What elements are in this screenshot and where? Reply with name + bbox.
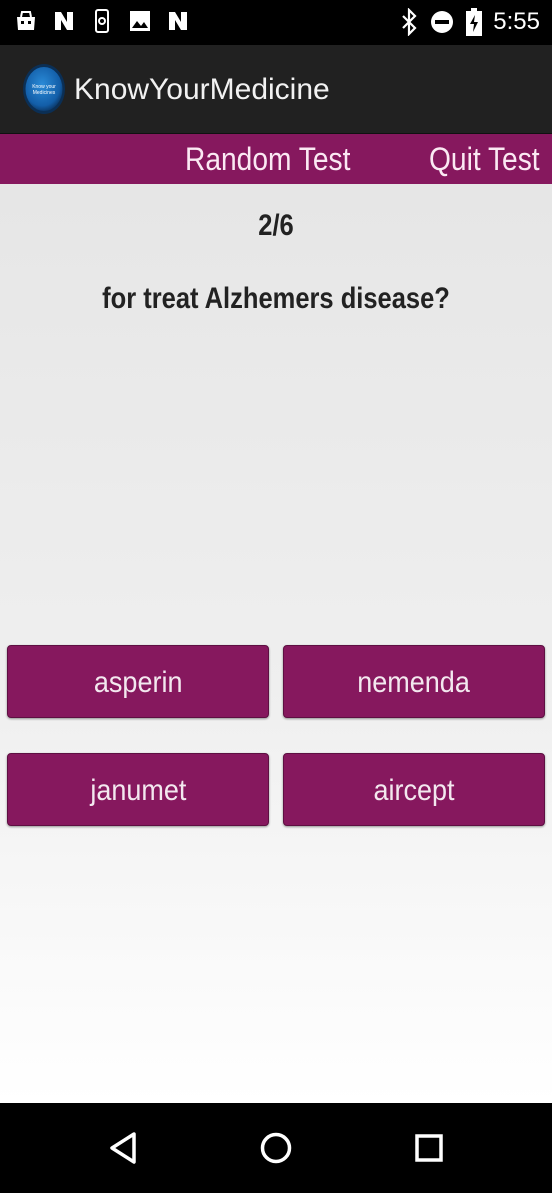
do-not-disturb-icon xyxy=(431,11,454,33)
answer-button-aircept[interactable]: aircept xyxy=(283,753,545,826)
bluetooth-icon xyxy=(402,8,417,36)
battery-charging-icon xyxy=(466,8,483,36)
answer-label: nemenda xyxy=(357,666,471,699)
back-icon[interactable] xyxy=(104,1128,144,1168)
bag-icon xyxy=(17,11,35,30)
question-text: for treat Alzhemers disease? xyxy=(102,282,450,315)
quit-test-button[interactable]: Quit Test xyxy=(429,140,540,178)
quiz-content: 2/6 for treat Alzhemers disease? asperin… xyxy=(0,184,552,1103)
answer-label: aircept xyxy=(373,774,455,807)
image-icon xyxy=(130,11,150,31)
status-time: 5:55 xyxy=(493,8,540,35)
app-bar: Know your Medicines KnowYourMedicine xyxy=(0,45,552,134)
answer-label: asperin xyxy=(93,666,183,699)
answer-label: janumet xyxy=(89,774,187,807)
system-icons: 5:55 xyxy=(399,6,540,38)
answer-button-janumet[interactable]: janumet xyxy=(7,753,269,826)
status-bar: 5:55 xyxy=(0,0,552,45)
answer-button-asperin[interactable]: asperin xyxy=(7,645,269,718)
action-bar: Random Test Quit Test xyxy=(0,134,552,184)
n-icon xyxy=(55,12,73,30)
random-test-button[interactable]: Random Test xyxy=(185,140,350,178)
home-icon[interactable] xyxy=(256,1128,296,1168)
answer-button-nemenda[interactable]: nemenda xyxy=(283,645,545,718)
question-progress: 2/6 xyxy=(258,209,294,242)
navigation-bar xyxy=(0,1103,552,1193)
phone-sync-icon xyxy=(95,9,109,33)
svg-text:Medicines: Medicines xyxy=(33,90,56,96)
n-icon xyxy=(169,12,187,30)
app-logo: Know your Medicines xyxy=(23,64,65,114)
app-title: KnowYourMedicine xyxy=(74,73,330,106)
recents-icon[interactable] xyxy=(409,1128,449,1168)
notification-icons xyxy=(14,8,190,34)
